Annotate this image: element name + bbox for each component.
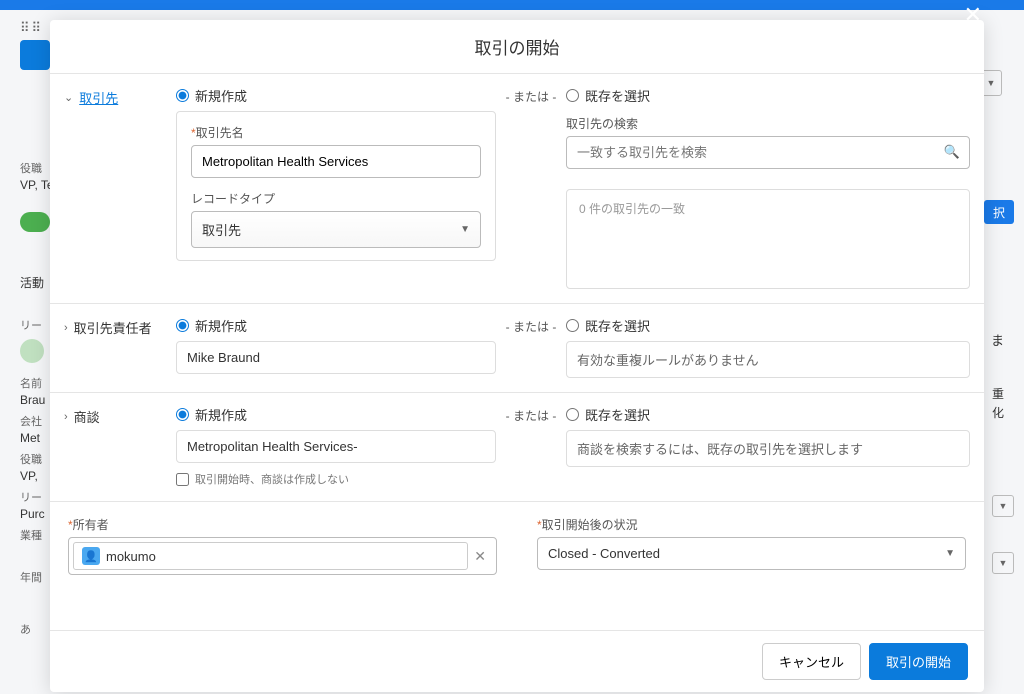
modal-footer: キャンセル 取引の開始 [50, 630, 984, 692]
opportunity-info: 商談を検索するには、既存の取引先を選択します [566, 430, 970, 467]
account-name-input[interactable] [191, 145, 481, 178]
chevron-right-icon: › [64, 411, 68, 423]
chevron-down-icon: ⌄ [64, 91, 73, 104]
contact-info: 有効な重複ルールがありません [566, 341, 970, 378]
cancel-button[interactable]: キャンセル [762, 643, 861, 680]
section-toggle-opportunity[interactable]: › 商談 [64, 405, 164, 426]
avatar [20, 339, 44, 363]
app-launcher-icon[interactable]: ⠿⠿ [20, 20, 43, 36]
convert-lead-modal: ✕ 取引の開始 ⌄ 取引先 新規作成 *取引先名 [50, 20, 984, 692]
owner-chip[interactable]: 👤 mokumo ✕ [68, 537, 497, 575]
caret-down-icon: ▼ [945, 548, 955, 559]
submit-button[interactable]: 取引の開始 [869, 643, 968, 680]
radio-account-new[interactable] [176, 89, 189, 102]
radio-contact-new[interactable] [176, 319, 189, 332]
contact-name-box: Mike Braund [176, 341, 496, 374]
status-select[interactable]: Closed - Converted ▼ [537, 537, 966, 570]
account-search-input[interactable] [566, 136, 970, 169]
app-icon [20, 40, 50, 70]
section-toggle-contact[interactable]: › 取引先責任者 [64, 316, 164, 337]
remove-owner-icon[interactable]: ✕ [468, 548, 492, 565]
user-icon: 👤 [82, 547, 100, 565]
section-owner-status: *所有者 👤 mokumo ✕ *取引開始後の状況 Closed - Conve… [50, 502, 984, 589]
section-opportunity: › 商談 新規作成 Metropolitan Health Services- … [50, 393, 984, 502]
modal-title: 取引の開始 [50, 20, 984, 74]
radio-contact-existing[interactable] [566, 319, 579, 332]
search-icon[interactable]: 🔍 [944, 144, 960, 160]
record-type-select[interactable]: 取引先 ▼ [191, 211, 481, 248]
caret-down-icon: ▼ [460, 224, 470, 235]
section-contact: › 取引先責任者 新規作成 Mike Braund - または - [50, 304, 984, 393]
dropdown-chevron-icon[interactable]: ▼ [992, 495, 1014, 517]
dropdown-chevron-icon[interactable]: ▼ [992, 552, 1014, 574]
section-account: ⌄ 取引先 新規作成 *取引先名 [50, 74, 984, 304]
opportunity-name-box: Metropolitan Health Services- [176, 430, 496, 463]
section-toggle-account[interactable]: ⌄ 取引先 [64, 86, 164, 107]
no-create-opportunity-checkbox[interactable] [176, 473, 189, 486]
account-search-results: 0 件の取引先の一致 [566, 189, 970, 289]
radio-opportunity-new[interactable] [176, 408, 189, 421]
status-pill [20, 212, 50, 232]
radio-account-existing[interactable] [566, 89, 579, 102]
close-icon[interactable]: ✕ [964, 2, 982, 28]
chevron-right-icon: › [64, 322, 68, 334]
radio-opportunity-existing[interactable] [566, 408, 579, 421]
